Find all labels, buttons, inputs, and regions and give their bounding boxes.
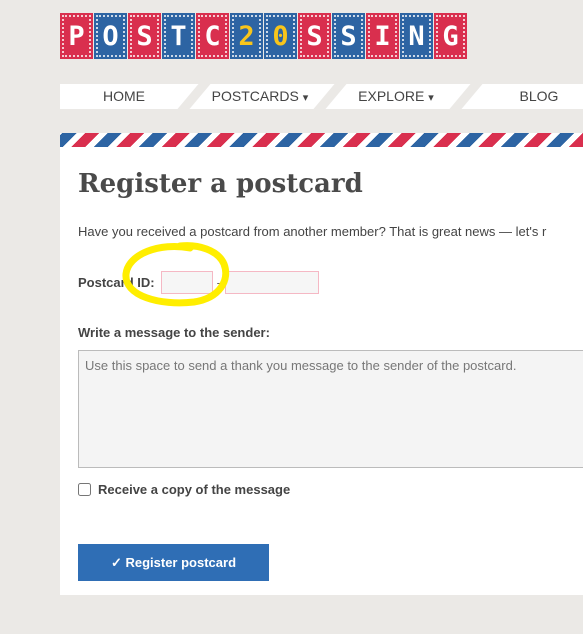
postcard-id-label: Postcard ID: [78,274,155,290]
logo-letter-p: P [60,13,93,59]
logo-letter-s3: S [332,13,365,59]
intro-text: Have you received a postcard from anothe… [78,224,547,239]
logo-letter-s: S [128,13,161,59]
message-textarea[interactable] [78,350,583,468]
logo-digit-0: 0 [264,13,297,59]
postcard-id-row: Postcard ID: - [78,269,319,295]
receive-copy-checkbox[interactable] [78,483,91,496]
register-postcard-button[interactable]: ✓ Register postcard [78,544,269,581]
nav-blog[interactable]: BLOG [468,84,583,109]
receive-copy-label: Receive a copy of the message [98,482,291,497]
nav-postcards-label: POSTCARDS [211,88,299,104]
message-label: Write a message to the sender: [78,325,270,340]
nav-blog-label: BLOG [519,88,559,104]
chevron-down-icon: ▾ [428,92,434,104]
nav-home-label: HOME [103,88,145,104]
nav-explore-label: EXPLORE [358,88,425,104]
logo-letter-n: N [400,13,433,59]
chevron-down-icon: ▾ [302,92,309,104]
page-title: Register a postcard [78,169,363,199]
logo-letter-i: I [366,13,399,59]
postcard-id-separator: - [216,274,221,290]
postcrossing-logo[interactable]: P O S T C 2 0 S S I N G [60,11,468,63]
copy-option[interactable]: Receive a copy of the message [77,482,290,497]
airmail-border [60,133,583,147]
content-panel: Register a postcard Have you received a … [60,133,583,595]
nav-home[interactable]: HOME [60,84,188,109]
logo-letter-t: T [162,13,195,59]
logo-letter-g: G [434,13,467,59]
nav-postcards[interactable]: POSTCARDS ▾ [196,84,324,109]
logo-letter-c: C [196,13,229,59]
logo-letter-s2: S [298,13,331,59]
postcard-id-number-input[interactable] [224,270,319,294]
main-nav: HOME POSTCARDS ▾ EXPLORE ▾ BLOG [60,84,583,109]
logo-digit-2: 2 [230,13,263,59]
postcard-id-country-input[interactable] [160,270,213,294]
logo-letter-o: O [94,13,127,59]
nav-explore[interactable]: EXPLORE ▾ [332,84,460,109]
